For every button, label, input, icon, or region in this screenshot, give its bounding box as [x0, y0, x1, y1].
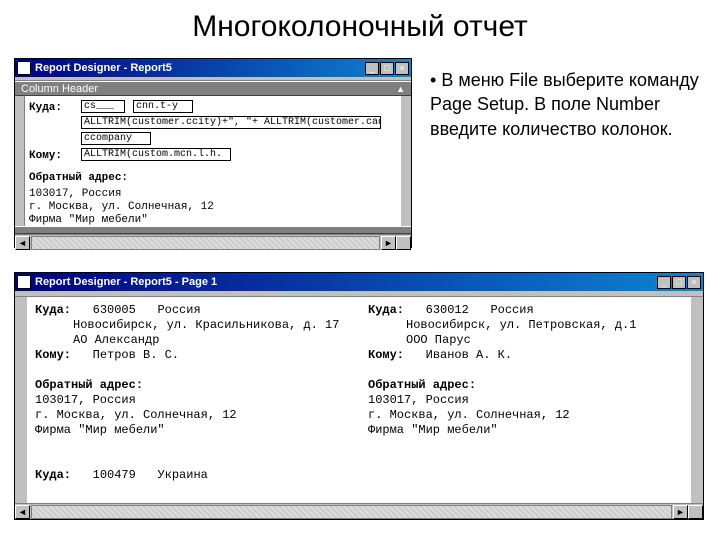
close-button[interactable]: ×	[395, 62, 409, 75]
size-grip[interactable]	[396, 236, 411, 250]
kuda-code: 630005	[93, 303, 136, 317]
band-toggle-icon[interactable]: ▲	[396, 84, 405, 94]
kuda-label: Куда:	[35, 303, 71, 317]
ret-line1: 103017, Россия	[368, 393, 683, 408]
app-icon	[17, 61, 31, 75]
ret-label: Обратный адрес:	[35, 378, 350, 393]
kuda2-country: Украина	[157, 468, 207, 482]
kuda2-code: 100479	[93, 468, 136, 482]
band-label: Column Header	[21, 83, 98, 95]
ret-line1[interactable]: 103017, Россия	[29, 188, 121, 200]
window-title: Report Designer - Report5 - Page 1	[35, 276, 657, 288]
scroll-left-button[interactable]: ◄	[15, 236, 30, 250]
scroll-left-button[interactable]: ◄	[15, 505, 30, 519]
addr-line: Новосибирск, ул. Петровская, д.1	[368, 318, 683, 333]
vertical-ruler	[15, 96, 25, 226]
field-address-expr[interactable]: ALLTRIM(customer.ccity)+", "+ ALLTRIM(cu…	[81, 116, 381, 129]
ret-line3: Фирма "Мир мебели"	[368, 423, 683, 438]
minimize-button[interactable]: _	[365, 62, 379, 75]
company-line: АО Александр	[35, 333, 350, 348]
kuda-code: 630012	[426, 303, 469, 317]
app-icon	[17, 275, 31, 289]
company-line: ООО Парус	[368, 333, 683, 348]
scroll-track[interactable]	[31, 236, 380, 250]
maximize-button[interactable]: □	[380, 62, 394, 75]
scroll-right-button[interactable]: ►	[381, 236, 396, 250]
ret-line2: г. Москва, ул. Солнечная, 12	[35, 408, 350, 423]
kuda-country: Россия	[490, 303, 533, 317]
kuda-label: Куда:	[368, 303, 404, 317]
label-return-address[interactable]: Обратный адрес:	[29, 172, 128, 184]
window-title: Report Designer - Report5	[35, 62, 365, 74]
ret-line2: г. Москва, ул. Солнечная, 12	[368, 408, 683, 423]
komu-label: Кому:	[35, 348, 71, 362]
report-preview-window: Report Designer - Report5 - Page 1 _ □ ×…	[14, 272, 704, 520]
horizontal-scrollbar[interactable]: ◄ ►	[15, 503, 703, 519]
ret-line3: Фирма "Мир мебели"	[35, 423, 350, 438]
report-designer-window: Report Designer - Report5 _ □ × Column H…	[14, 58, 412, 248]
instruction-bullet: В меню File выберите команду Page Setup.…	[430, 68, 700, 141]
field-postcode[interactable]: cs___	[81, 100, 125, 113]
close-button[interactable]: ×	[687, 276, 701, 289]
field-recipient[interactable]: ALLTRIM(custom.mcn.l.h.	[81, 148, 231, 161]
scroll-right-button[interactable]: ►	[673, 505, 688, 519]
label-kuda[interactable]: Куда:	[29, 102, 62, 114]
preview-page[interactable]: Куда: 630005 Россия Новосибирск, ул. Кра…	[15, 297, 703, 503]
titlebar[interactable]: Report Designer - Report5 - Page 1 _ □ ×	[15, 273, 703, 291]
ret-line2[interactable]: г. Москва, ул. Солнечная, 12	[29, 201, 214, 213]
komu-label: Кому:	[368, 348, 404, 362]
field-country[interactable]: cnn.t-y	[133, 100, 193, 113]
kuda-country: Россия	[157, 303, 200, 317]
field-company[interactable]: ccompany	[81, 132, 151, 145]
scroll-track[interactable]	[31, 505, 672, 519]
maximize-button[interactable]: □	[672, 276, 686, 289]
addr-line: Новосибирск, ул. Красильникова, д. 17	[35, 318, 350, 333]
preview-column-left: Куда: 630005 Россия Новосибирск, ул. Кра…	[35, 303, 350, 483]
slide-title: Многоколоночный отчет	[0, 0, 720, 50]
titlebar[interactable]: Report Designer - Report5 _ □ ×	[15, 59, 411, 77]
band-footer[interactable]	[15, 226, 411, 234]
horizontal-scrollbar[interactable]: ◄ ►	[15, 234, 411, 250]
column-header-band[interactable]: Column Header ▲	[15, 81, 411, 96]
size-grip[interactable]	[688, 505, 703, 519]
design-canvas[interactable]: Куда: cs___ cnn.t-y ALLTRIM(customer.cci…	[15, 96, 411, 226]
kuda2-label: Куда:	[35, 468, 71, 482]
label-komu[interactable]: Кому:	[29, 150, 62, 162]
ret-line3[interactable]: Фирма "Мир мебели"	[29, 214, 148, 226]
ret-label: Обратный адрес:	[368, 378, 683, 393]
komu-name: Петров В. С.	[93, 348, 179, 362]
ret-line1: 103017, Россия	[35, 393, 350, 408]
komu-name: Иванов А. К.	[426, 348, 512, 362]
preview-column-right: Куда: 630012 Россия Новосибирск, ул. Пет…	[368, 303, 683, 483]
minimize-button[interactable]: _	[657, 276, 671, 289]
